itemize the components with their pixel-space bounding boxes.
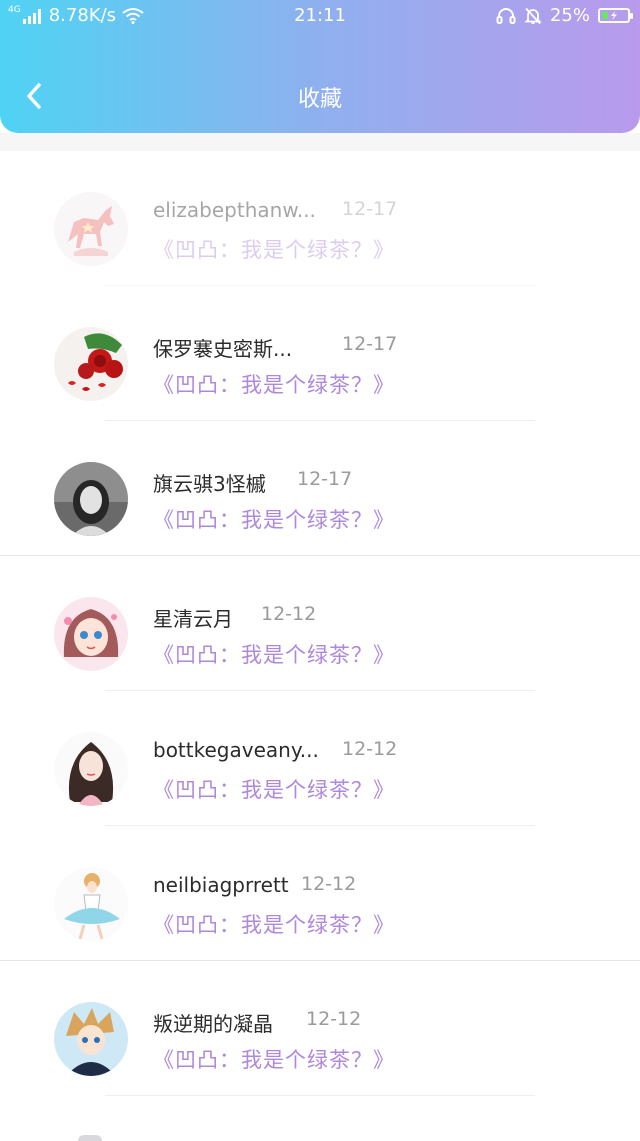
item-quote[interactable]: 《凹凸：我是个绿茶？》 [153, 504, 395, 534]
next-avatar-edge [78, 1135, 102, 1141]
item-date: 12-12 [342, 738, 398, 760]
girl-bw-avatar[interactable] [54, 462, 128, 536]
item-quote[interactable]: 《凹凸：我是个绿茶？》 [153, 1044, 395, 1074]
item-quote[interactable]: 《凹凸：我是个绿茶？》 [153, 639, 395, 669]
item-name: 星清云月 [153, 607, 233, 631]
item-name: bottkegaveany... [153, 738, 319, 762]
unicorn-avatar[interactable] [54, 192, 128, 266]
item-name: 叛逆期的凝晶 [153, 1012, 273, 1036]
item-date: 12-17 [342, 333, 398, 355]
bell-off-icon [524, 7, 542, 25]
item-name: 保罗褰史密斯... [153, 337, 293, 361]
item-date: 12-12 [301, 873, 357, 895]
list-item[interactable]: neilbiagprrett 12-12 《凹凸：我是个绿茶？》 [0, 826, 640, 961]
status-bar: 4G 8.78K/s 21:11 25% [0, 0, 640, 34]
item-date: 12-12 [261, 603, 317, 625]
divider [105, 1095, 535, 1096]
item-quote[interactable]: 《凹凸：我是个绿茶？》 [153, 909, 395, 939]
item-name: neilbiagprrett [153, 873, 289, 897]
item-date: 12-17 [297, 468, 353, 490]
item-quote[interactable]: 《凹凸：我是个绿茶？》 [153, 234, 395, 264]
anime-girl-avatar[interactable] [54, 597, 128, 671]
list-item[interactable]: bottkegaveany... 12-12 《凹凸：我是个绿茶？》 [0, 691, 640, 826]
item-quote[interactable]: 《凹凸：我是个绿茶？》 [153, 369, 395, 399]
list-item[interactable]: 星清云月 12-12 《凹凸：我是个绿茶？》 [0, 556, 640, 691]
status-right: 25% [496, 5, 633, 26]
roses-avatar[interactable] [54, 327, 128, 401]
item-name: elizabepthanw... [153, 198, 316, 222]
item-date: 12-12 [306, 1008, 362, 1030]
page-title: 收藏 [297, 87, 342, 112]
list-item[interactable]: 叛逆期的凝晶 12-12 《凹凸：我是个绿茶？》 [0, 961, 640, 1096]
favorites-list: elizabepthanw... 12-17 《凹凸：我是个绿茶？》 保罗褰史密… [0, 151, 640, 1096]
list-item[interactable]: 保罗褰史密斯... 12-17 《凹凸：我是个绿茶？》 [0, 286, 640, 421]
battery-charging-icon [598, 8, 633, 23]
list-item[interactable]: 旗云骐3怪槭 12-17 《凹凸：我是个绿茶？》 [0, 421, 640, 556]
item-quote[interactable]: 《凹凸：我是个绿茶？》 [153, 774, 395, 804]
dancer-avatar[interactable] [54, 867, 128, 941]
headset-icon [496, 7, 516, 25]
list-item[interactable]: elizabepthanw... 12-17 《凹凸：我是个绿茶？》 [0, 151, 640, 286]
item-date: 12-17 [342, 198, 398, 220]
battery-percent: 25% [549, 5, 590, 26]
anime-boy-avatar[interactable] [54, 1002, 128, 1076]
header-gap [0, 133, 640, 151]
illustrated-girl-avatar[interactable] [54, 732, 128, 806]
app-header: 4G 8.78K/s 21:11 25% 收藏 [0, 0, 640, 133]
item-name: 旗云骐3怪槭 [153, 472, 266, 496]
